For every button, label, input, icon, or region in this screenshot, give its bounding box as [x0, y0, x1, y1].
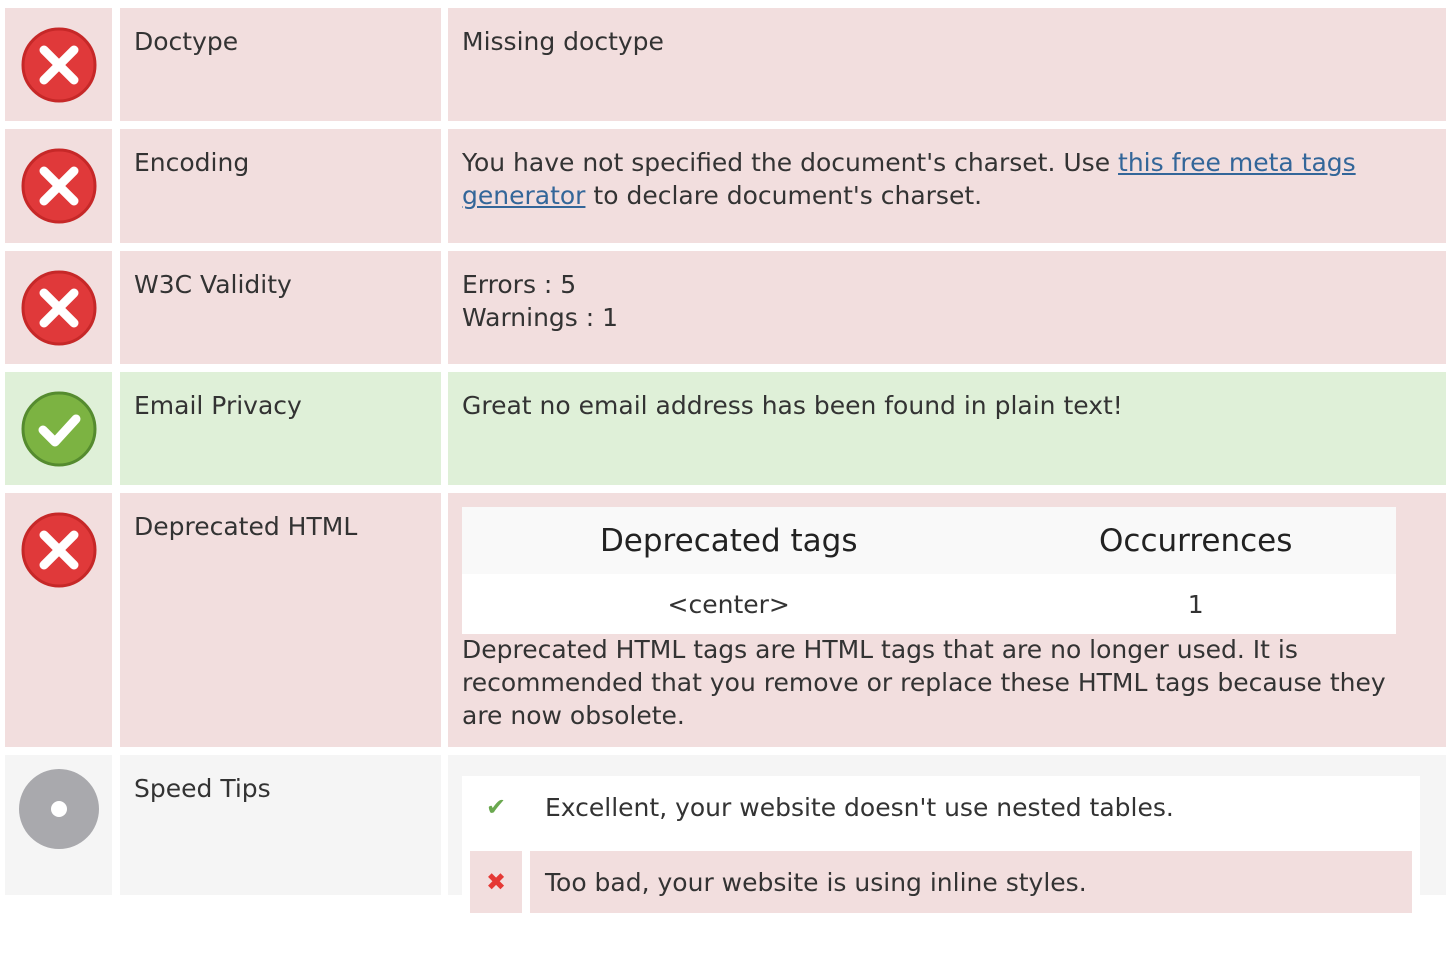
- check-circle-icon: [21, 391, 97, 467]
- status-cell: [5, 372, 112, 485]
- tip-text: Excellent, your website doesn't use nest…: [545, 792, 1174, 822]
- label-cell: Speed Tips: [120, 755, 441, 895]
- error-x-circle-icon: [21, 27, 97, 103]
- error-x-circle-icon: [21, 270, 97, 346]
- content-cell: Missing doctype: [448, 8, 1446, 121]
- label-cell: W3C Validity: [120, 251, 441, 364]
- deprecated-tags-table: Deprecated tags Occurrences <center> 1: [462, 507, 1396, 634]
- encoding-text-after: to declare document's charset.: [585, 181, 983, 210]
- warnings-count: Warnings : 1: [462, 303, 619, 332]
- row-label: Email Privacy: [134, 391, 302, 420]
- content-cell: You have not specified the document's ch…: [448, 129, 1446, 243]
- row-label: Deprecated HTML: [134, 512, 358, 541]
- speed-tips-list: ✔ Excellent, your website doesn't use ne…: [462, 776, 1420, 976]
- checkmark-icon: ✔: [485, 793, 507, 821]
- content-cell: Errors : 5 Warnings : 1: [448, 251, 1446, 364]
- deprecated-html-note: Deprecated HTML tags are HTML tags that …: [462, 635, 1386, 730]
- label-cell: Encoding: [120, 129, 441, 243]
- content-cell: Great no email address has been found in…: [448, 372, 1446, 485]
- tip-text: Too bad, your website is using inline st…: [530, 851, 1412, 913]
- error-x-circle-icon: [21, 148, 97, 224]
- row-content: Missing doctype: [462, 27, 664, 56]
- content-cell: Deprecated tags Occurrences <center> 1 D…: [448, 493, 1446, 747]
- row-speed-tips: Speed Tips ✔ Excellent, your website doe…: [0, 755, 1450, 976]
- column-header-occurrences: Occurrences: [995, 507, 1396, 574]
- row-email-privacy: Email Privacy Great no email address has…: [0, 372, 1450, 485]
- row-label: Encoding: [134, 148, 250, 177]
- table-header-row: Deprecated tags Occurrences: [462, 507, 1396, 574]
- row-content: Great no email address has been found in…: [462, 391, 1123, 420]
- row-label: Doctype: [134, 27, 239, 56]
- row-encoding: Encoding You have not specified the docu…: [0, 129, 1450, 243]
- status-cell: [5, 755, 112, 895]
- deprecated-tag-cell: <center>: [462, 574, 996, 634]
- row-label: Speed Tips: [134, 774, 271, 803]
- encoding-text-before: You have not specified the document's ch…: [462, 148, 1119, 177]
- list-item: ✔ Excellent, your website doesn't use ne…: [462, 776, 1420, 838]
- row-content: Errors : 5 Warnings : 1: [462, 268, 1430, 334]
- list-item: ✖ Too bad, your website is using inline …: [462, 851, 1420, 913]
- neutral-dot-circle-icon: [19, 769, 99, 849]
- column-header-deprecated-tags: Deprecated tags: [462, 507, 996, 574]
- errors-count: Errors : 5: [462, 270, 577, 299]
- cross-icon: ✖: [470, 851, 522, 913]
- row-deprecated-html: Deprecated HTML Deprecated tags Occurren…: [0, 493, 1450, 747]
- row-doctype: Doctype Missing doctype: [0, 8, 1450, 121]
- content-cell: ✔ Excellent, your website doesn't use ne…: [448, 755, 1446, 976]
- label-cell: Doctype: [120, 8, 441, 121]
- table-row: <center> 1: [462, 574, 1396, 634]
- label-cell: Email Privacy: [120, 372, 441, 485]
- status-cell: [5, 251, 112, 364]
- row-w3c-validity: W3C Validity Errors : 5 Warnings : 1: [0, 251, 1450, 364]
- error-x-circle-icon: [21, 512, 97, 588]
- status-cell: [5, 129, 112, 243]
- occurrences-cell: 1: [995, 574, 1396, 634]
- label-cell: Deprecated HTML: [120, 493, 441, 747]
- row-label: W3C Validity: [134, 270, 292, 299]
- status-cell: [5, 493, 112, 747]
- status-cell: [5, 8, 112, 121]
- row-content: You have not specified the document's ch…: [462, 146, 1430, 212]
